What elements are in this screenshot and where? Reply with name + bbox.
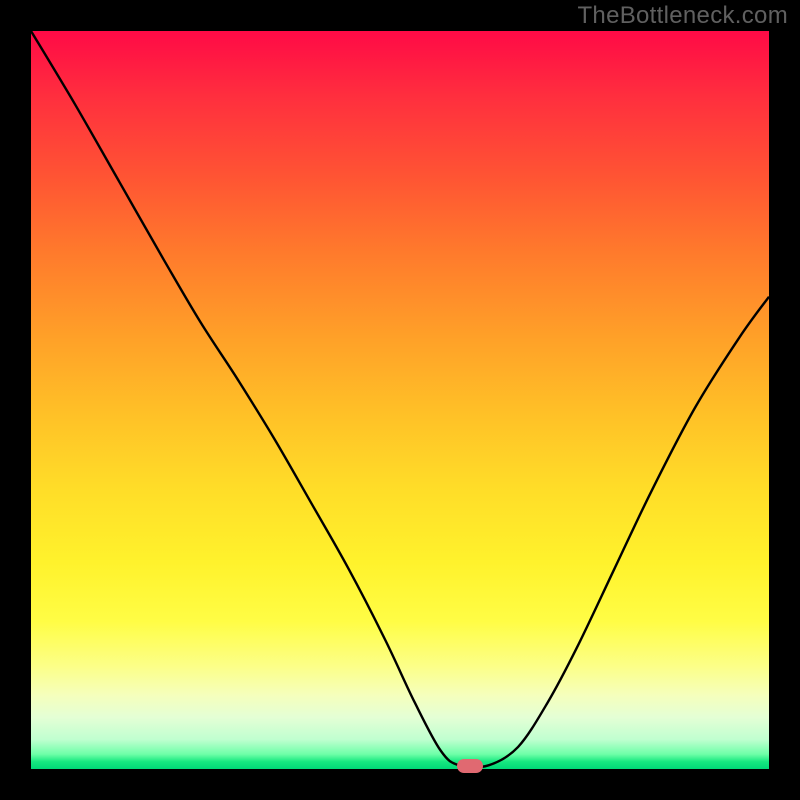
watermark-text: TheBottleneck.com	[577, 2, 788, 30]
bottleneck-curve	[31, 31, 769, 769]
plot-area	[31, 31, 769, 769]
curve-path	[31, 31, 769, 767]
optimal-marker	[457, 759, 483, 773]
chart-frame: TheBottleneck.com	[0, 0, 800, 800]
